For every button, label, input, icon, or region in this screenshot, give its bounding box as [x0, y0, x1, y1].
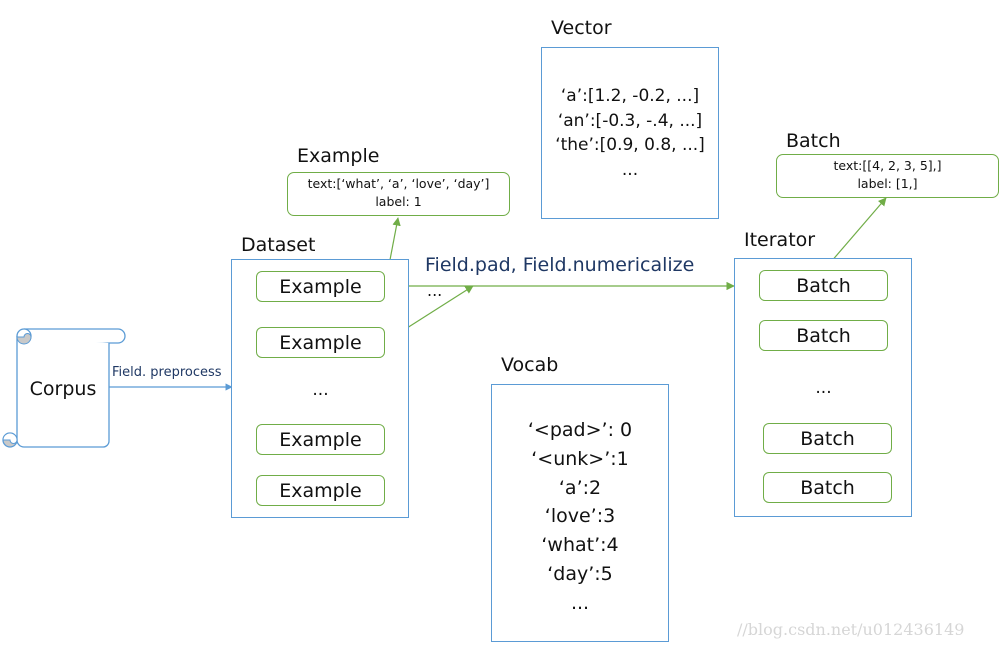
vector-line: ‘a’:[1.2, -0.2, ...] — [560, 86, 700, 106]
vector-lines: ‘a’:[1.2, -0.2, ...] ‘an’:[-0.3, -.4, ..… — [541, 84, 719, 182]
numericalize-ellipsis: ... — [427, 281, 443, 300]
vocab-line: ‘<pad>’: 0 — [527, 419, 633, 441]
numericalize-label: Field.pad, Field.numericalize — [425, 254, 695, 276]
iterator-batch-3[interactable]: Batch — [763, 423, 892, 454]
watermark: //blog.csdn.net/u012436149 — [737, 620, 965, 639]
dataset-example-4[interactable]: Example — [256, 475, 385, 506]
example-detail-text: text:[‘what’, ‘a’, ‘love’, ‘day’] — [307, 176, 490, 191]
dataset-example-1[interactable]: Example — [256, 271, 385, 302]
example-detail-label: label: 1 — [375, 194, 422, 209]
vocab-line: ‘what’:4 — [541, 534, 619, 557]
vocab-line: ‘a’:2 — [558, 476, 602, 499]
dataset-example-2[interactable]: Example — [256, 327, 385, 358]
batch-detail-label: label: [1,] — [857, 176, 918, 191]
batch-detail-title: Batch — [786, 130, 841, 152]
vocab-lines: ‘<pad>’: 0 ‘<unk>’:1 ‘a’:2 ‘love’:3 ‘wha… — [491, 416, 669, 618]
iterator-batch-4[interactable]: Batch — [763, 472, 892, 503]
vector-title: Vector — [551, 17, 612, 39]
dataset-title: Dataset — [241, 234, 316, 256]
vector-line: ‘the’:[0.9, 0.8, ...] — [555, 135, 705, 155]
iterator-batch-2[interactable]: Batch — [759, 320, 888, 351]
batch-detail-box: text:[[4, 2, 3, 5],] label: [1,] — [776, 154, 999, 198]
dataset-ellipsis: ... — [312, 380, 329, 400]
vocab-line: ‘day’:5 — [547, 562, 613, 585]
dataset-example-3[interactable]: Example — [256, 424, 385, 455]
example-detail-title: Example — [297, 145, 380, 167]
preprocess-label: Field. preprocess — [112, 365, 222, 380]
corpus-label: Corpus — [29, 378, 97, 400]
iterator-batch-1[interactable]: Batch — [759, 270, 888, 301]
vocab-line: ‘<unk>’:1 — [531, 447, 629, 470]
batch-detail-text: text:[[4, 2, 3, 5],] — [833, 158, 942, 173]
vector-line: ... — [621, 159, 639, 180]
vector-line: ‘an’:[-0.3, -.4, ...] — [557, 110, 703, 131]
vocab-line: ‘love’:3 — [544, 505, 616, 528]
iterator-title: Iterator — [744, 229, 816, 251]
vocab-title: Vocab — [501, 354, 559, 376]
iterator-ellipsis: ... — [815, 378, 832, 398]
example-detail-box: text:[‘what’, ‘a’, ‘love’, ‘day’] label:… — [287, 172, 510, 216]
vocab-line: ... — [570, 591, 590, 614]
